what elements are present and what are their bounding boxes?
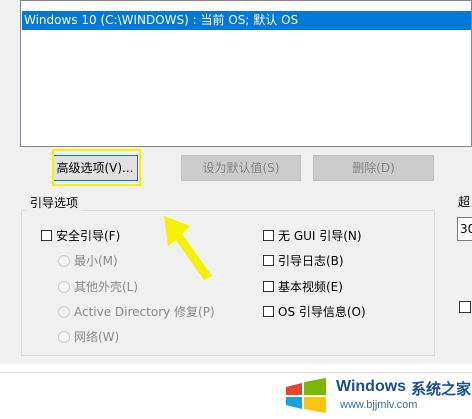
active-directory-label: Active Directory 修复(P): [74, 305, 215, 319]
base-video-label: 基本视频(E): [278, 280, 343, 294]
minimal-radio[interactable]: 最小(M): [58, 252, 118, 269]
radio-icon: [58, 305, 70, 318]
checkbox-icon: [41, 230, 52, 241]
minimal-label: 最小(M): [74, 254, 118, 268]
no-gui-boot-label: 无 GUI 引导(N): [278, 229, 362, 243]
pointer-arrow-icon: [164, 216, 212, 280]
radio-icon: [58, 330, 70, 343]
base-video-checkbox[interactable]: 基本视频(E): [263, 278, 343, 295]
safe-boot-label: 安全引导(F): [56, 229, 121, 243]
timeout-input[interactable]: 30: [457, 217, 472, 241]
watermark-brand: Windows: [336, 378, 407, 395]
checkbox-icon: [263, 281, 274, 292]
alternate-shell-label: 其他外壳(L): [74, 280, 139, 294]
no-gui-boot-checkbox[interactable]: 无 GUI 引导(N): [263, 227, 362, 244]
highlight-box: [52, 149, 141, 186]
checkbox-icon: [263, 230, 274, 241]
checkbox-icon: [263, 255, 274, 266]
boot-log-label: 引导日志(B): [278, 254, 344, 268]
windows-logo-icon: [286, 378, 326, 413]
radio-icon: [58, 280, 70, 293]
boot-os-list[interactable]: Windows 10 (C:\WINDOWS) : 当前 OS; 默认 OS: [20, 0, 472, 147]
delete-button[interactable]: 删除(D): [313, 155, 434, 181]
boot-os-item-selected[interactable]: Windows 10 (C:\WINDOWS) : 当前 OS; 默认 OS: [22, 11, 471, 30]
network-radio[interactable]: 网络(W): [58, 328, 119, 345]
watermark-url: www.bjjmlv.com: [340, 399, 418, 411]
divider: [0, 372, 472, 373]
boot-log-checkbox[interactable]: 引导日志(B): [263, 252, 344, 269]
boot-options-title: 引导选项: [27, 194, 82, 211]
permanent-checkbox[interactable]: [459, 301, 471, 313]
os-boot-info-label: OS 引导信息(O): [278, 305, 366, 319]
watermark-cn: 系统之家: [411, 380, 472, 398]
set-default-button[interactable]: 设为默认值(S): [181, 155, 301, 181]
safe-boot-checkbox[interactable]: 安全引导(F): [41, 227, 120, 244]
timeout-label: 超: [458, 195, 471, 209]
radio-icon: [58, 254, 70, 267]
os-boot-info-checkbox[interactable]: OS 引导信息(O): [263, 303, 366, 320]
network-label: 网络(W): [74, 330, 120, 344]
active-directory-radio[interactable]: Active Directory 修复(P): [58, 303, 215, 320]
checkbox-icon: [263, 306, 274, 317]
alternate-shell-radio[interactable]: 其他外壳(L): [58, 278, 138, 295]
